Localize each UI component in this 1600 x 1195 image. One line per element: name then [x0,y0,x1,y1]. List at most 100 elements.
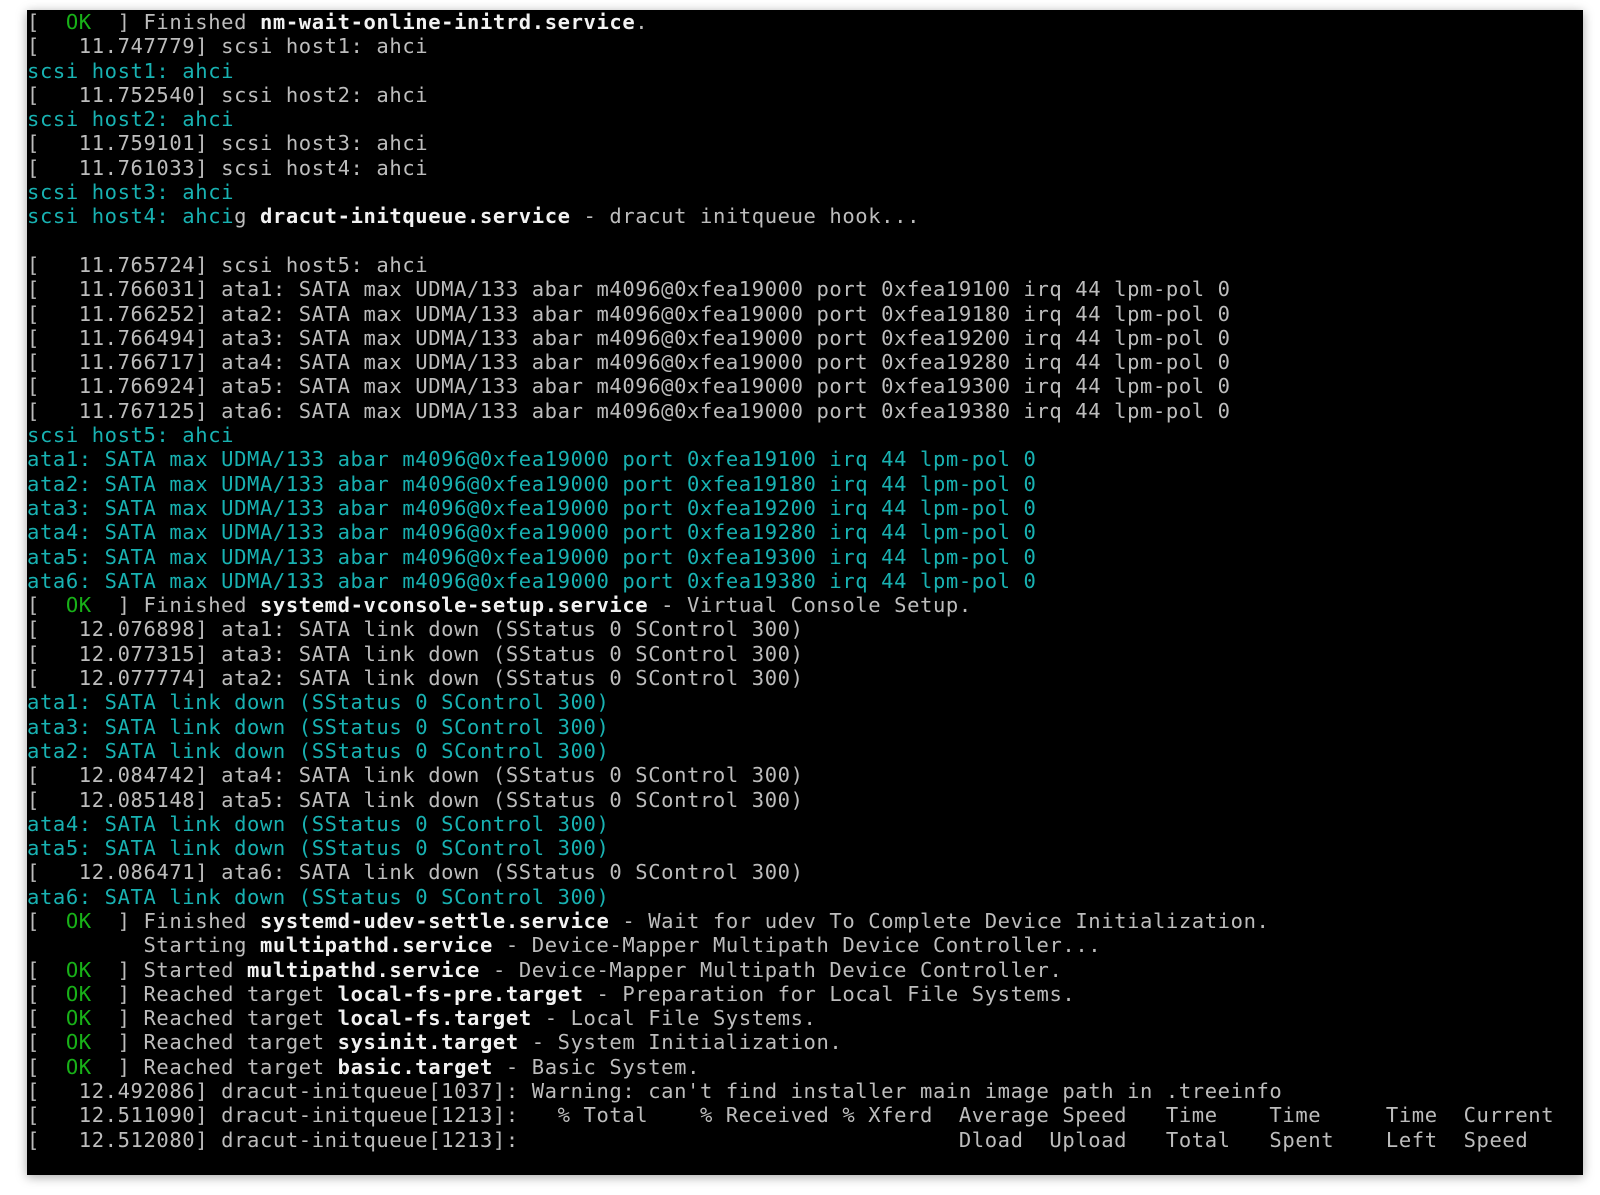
console-text: basic.target [337,1054,493,1079]
console-text: - Virtual Console Setup. [648,593,972,618]
ok-status: OK [65,10,92,34]
console-text: [ [27,1054,66,1079]
console-line: scsi host4: ahcig dracut-initqueue.servi… [27,204,1554,228]
console-text: scsi host1: ahci [27,58,235,83]
console-line: ata3: SATA max UDMA/133 abar m4096@0xfea… [27,496,1554,520]
console-line: scsi host3: ahci [27,180,1554,204]
console-text: scsi host5: ahci [27,423,235,448]
console-line: [ 11.747779] scsi host1: ahci [27,34,1554,58]
console-text: [ 12.077774] ata2: SATA link down (SStat… [27,666,804,691]
console-line: [ 12.511090] dracut-initqueue[1213]: % T… [27,1103,1554,1127]
console-text: ata2: SATA max UDMA/133 abar m4096@0xfea… [27,471,1037,496]
console-line: Starting multipathd.service - Device-Map… [27,933,1554,957]
console-text: local-fs.target [337,1006,532,1031]
console-line: [ 12.076898] ata1: SATA link down (SStat… [27,617,1554,641]
console-text: ] Reached target [91,1006,338,1031]
console-text: [ 11.765724] scsi host5: ahci [27,252,429,277]
console-text: ] Started [91,957,248,982]
console-text: [ [27,1006,66,1031]
ok-status: OK [65,1054,92,1079]
ok-status: OK [65,593,92,618]
console-text: scsi host4: ahci [27,204,235,229]
console-text: [ 11.766252] ata2: SATA max UDMA/133 aba… [27,301,1231,326]
console-text: ata4: SATA max UDMA/133 abar m4096@0xfea… [27,520,1037,545]
ok-status: OK [65,957,92,982]
console-text: [ 12.492086] dracut-initqueue[1037]: War… [27,1079,1283,1104]
console-text: [ 11.766717] ata4: SATA max UDMA/133 aba… [27,350,1231,375]
console-line: [ OK ] Reached target local-fs-pre.targe… [27,982,1554,1006]
console-line: [ 12.086471] ata6: SATA link down (SStat… [27,860,1554,884]
console-line: [ 11.765724] scsi host5: ahci [27,253,1554,277]
console-output: [ OK ] Finished nm-wait-online-initrd.se… [27,10,1554,1152]
console-text: [ 12.076898] ata1: SATA link down (SStat… [27,617,804,642]
console-line: ata1: SATA max UDMA/133 abar m4096@0xfea… [27,447,1554,471]
console-text: - Basic System. [492,1054,701,1079]
console-line: ata6: SATA max UDMA/133 abar m4096@0xfea… [27,569,1554,593]
console-text: ] Finished [91,908,260,933]
console-line: [ 12.077774] ata2: SATA link down (SStat… [27,666,1554,690]
console-text: - Local File Systems. [531,1006,817,1031]
console-text: [ 11.767125] ata6: SATA max UDMA/133 aba… [27,398,1231,423]
console-text: ] Reached target [91,1030,338,1055]
ok-status: OK [65,908,92,933]
console-line: [ 11.766717] ata4: SATA max UDMA/133 aba… [27,350,1554,374]
console-text: ata6: SATA link down (SStatus 0 SControl… [27,884,610,909]
console-text: [ 11.766031] ata1: SATA max UDMA/133 aba… [27,277,1231,302]
console-line: ata2: SATA max UDMA/133 abar m4096@0xfea… [27,472,1554,496]
console-text: ] Reached target [91,981,338,1006]
console-text: g [234,204,260,229]
console-text: dracut-initqueue.service [259,204,571,229]
console-text: ] Finished [91,593,260,618]
ok-status: OK [65,1006,92,1031]
console-text: - Device-Mapper Multipath Device Control… [492,933,1102,958]
console-line: ata5: SATA link down (SStatus 0 SControl… [27,836,1554,860]
console-text: [ [27,908,66,933]
console-text: [ 11.752540] scsi host2: ahci [27,82,429,107]
console-text: [ 11.761033] scsi host4: ahci [27,155,429,180]
console-line: ata1: SATA link down (SStatus 0 SControl… [27,690,1554,714]
console-line: [ 12.512080] dracut-initqueue[1213]: Dlo… [27,1128,1554,1152]
console-text: ata1: SATA max UDMA/133 abar m4096@0xfea… [27,447,1037,472]
console-line: [ 11.759101] scsi host3: ahci [27,131,1554,155]
console-text: ata6: SATA max UDMA/133 abar m4096@0xfea… [27,568,1037,593]
console-line: [ OK ] Finished nm-wait-online-initrd.se… [27,10,1554,34]
console-line: [ 11.766494] ata3: SATA max UDMA/133 aba… [27,326,1554,350]
console-text: - Wait for udev To Complete Device Initi… [609,908,1270,933]
console-text: ata4: SATA link down (SStatus 0 SControl… [27,811,610,836]
console-text: ] Finished [91,10,260,34]
ok-status: OK [65,1030,92,1055]
console-text: [ 12.084742] ata4: SATA link down (SStat… [27,763,804,788]
console-line: scsi host1: ahci [27,59,1554,83]
console-text: local-fs-pre.target [337,981,584,1006]
console-line: [ 12.492086] dracut-initqueue[1037]: War… [27,1079,1554,1103]
console-line: [ 12.084742] ata4: SATA link down (SStat… [27,763,1554,787]
console-text: [ 11.747779] scsi host1: ahci [27,34,429,59]
console-text: - Device-Mapper Multipath Device Control… [480,957,1063,982]
console-text: [ 12.077315] ata3: SATA link down (SStat… [27,641,804,666]
console-text: [ [27,957,66,982]
console-line: [ 11.767125] ata6: SATA max UDMA/133 aba… [27,399,1554,423]
console-text: scsi host2: ahci [27,107,235,132]
console-line: ata5: SATA max UDMA/133 abar m4096@0xfea… [27,545,1554,569]
console-line: ata6: SATA link down (SStatus 0 SControl… [27,885,1554,909]
console-line: [ 11.766252] ata2: SATA max UDMA/133 aba… [27,302,1554,326]
console-line: ata4: SATA link down (SStatus 0 SControl… [27,812,1554,836]
console-text: [ [27,593,66,618]
console-line: scsi host2: ahci [27,107,1554,131]
console-line: [ OK ] Started multipathd.service - Devi… [27,958,1554,982]
console-text: scsi host3: ahci [27,180,235,205]
console-line: [ OK ] Reached target sysinit.target - S… [27,1030,1554,1054]
console-text: [ 12.511090] dracut-initqueue[1213]: % T… [27,1103,1555,1128]
console-text: [ 12.085148] ata5: SATA link down (SStat… [27,787,804,812]
console-text: [ 11.759101] scsi host3: ahci [27,131,429,156]
console-text: [ 12.086471] ata6: SATA link down (SStat… [27,860,804,885]
console-text: sysinit.target [337,1030,519,1055]
console-text: [ 11.766924] ata5: SATA max UDMA/133 aba… [27,374,1231,399]
console-line: [ 12.085148] ata5: SATA link down (SStat… [27,788,1554,812]
console-line: [ 11.761033] scsi host4: ahci [27,156,1554,180]
console-line: [ OK ] Finished systemd-udev-settle.serv… [27,909,1554,933]
console-line: ata4: SATA max UDMA/133 abar m4096@0xfea… [27,520,1554,544]
console-text: [ [27,1030,66,1055]
console-line: scsi host5: ahci [27,423,1554,447]
